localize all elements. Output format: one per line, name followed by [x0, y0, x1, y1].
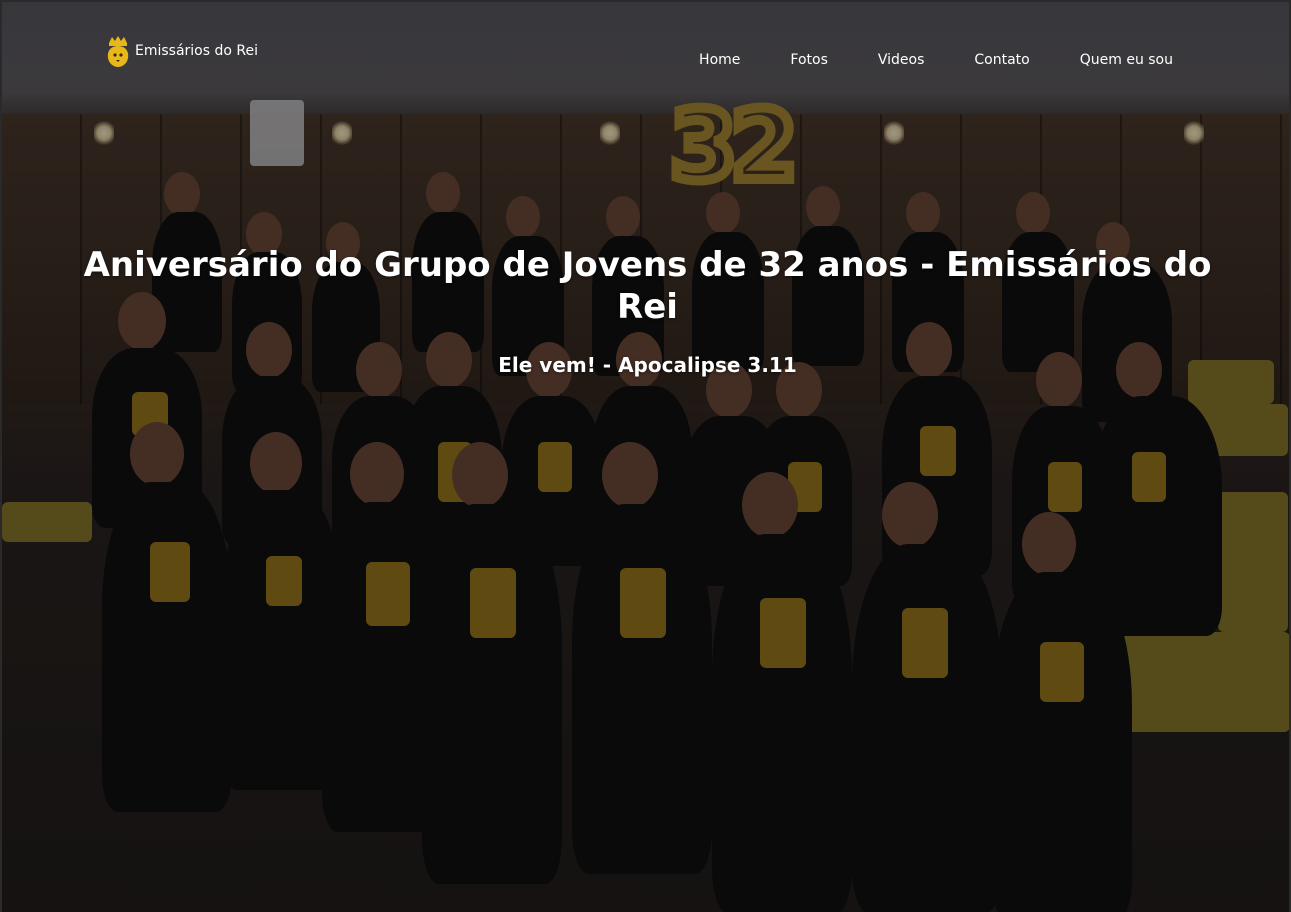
brand-label: Emissários do Rei: [135, 43, 258, 59]
hero-section: 32 Emissários do Rei Home Fotos Videos C…: [0, 0, 1291, 912]
nav-item-quem-eu-sou[interactable]: Quem eu sou: [1055, 52, 1173, 68]
nav-item-contato[interactable]: Contato: [949, 52, 1054, 68]
nav-item-home[interactable]: Home: [674, 52, 765, 68]
hero-subtitle: Ele vem! - Apocalipse 3.11: [498, 353, 797, 377]
top-nav: Emissários do Rei Home Fotos Videos Cont…: [2, 2, 1289, 102]
lion-crown-icon: [107, 36, 129, 67]
nav-item-videos[interactable]: Videos: [853, 52, 950, 68]
hero-title: Aniversário do Grupo de Jovens de 32 ano…: [83, 245, 1212, 327]
nav-item-fotos[interactable]: Fotos: [765, 52, 852, 68]
main-menu: Home Fotos Videos Contato Quem eu sou: [674, 52, 1173, 68]
dark-overlay: [2, 2, 1289, 912]
brand-link[interactable]: Emissários do Rei: [105, 34, 258, 68]
background-photo: 32: [2, 2, 1289, 912]
